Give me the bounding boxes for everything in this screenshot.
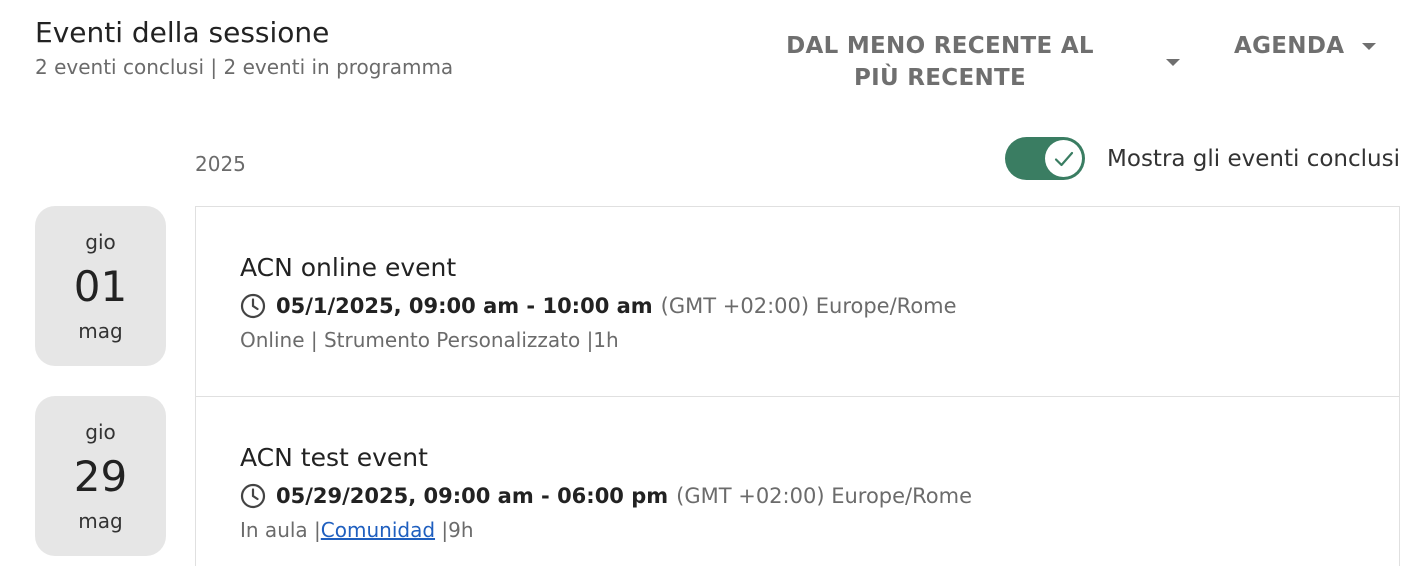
event-title: ACN online event — [240, 253, 457, 282]
page-title: Eventi della sessione — [35, 16, 330, 49]
event-summary: 2 eventi conclusi | 2 eventi in programm… — [35, 55, 454, 79]
clock-icon — [240, 293, 266, 319]
date-day-of-week: gio — [85, 230, 116, 254]
show-completed-label: Mostra gli eventi conclusi — [1107, 145, 1400, 172]
event-meta: In aula |Comunidad |9h — [240, 518, 474, 542]
date-day: 29 — [73, 452, 128, 501]
page-header: Eventi della sessione 2 eventi conclusi … — [35, 14, 535, 80]
event-time: 05/1/2025, 09:00 am - 10:00 am (GMT +02:… — [240, 293, 957, 319]
event-duration: |9h — [435, 518, 474, 542]
event-time-range: 05/29/2025, 09:00 am - 06:00 pm — [276, 484, 669, 508]
view-mode-label: AGENDA — [1234, 33, 1345, 59]
event-title: ACN test event — [240, 443, 428, 472]
check-icon — [1054, 151, 1073, 166]
event-meta: Online | Strumento Personalizzato |1h — [240, 328, 619, 352]
date-day: 01 — [73, 262, 128, 311]
toggle-knob — [1045, 140, 1083, 177]
sort-order-label: DAL MENO RECENTE AL PIÙ RECENTE — [786, 33, 1094, 91]
chevron-down-icon — [1166, 58, 1180, 66]
sort-order-dropdown[interactable]: DAL MENO RECENTE AL PIÙ RECENTE — [760, 30, 1180, 94]
chevron-down-icon — [1362, 42, 1377, 50]
event-time-range: 05/1/2025, 09:00 am - 10:00 am — [276, 294, 653, 318]
community-link[interactable]: Comunidad — [321, 518, 435, 542]
date-month: mag — [78, 509, 123, 533]
show-completed-toggle[interactable] — [1005, 137, 1086, 180]
date-day-of-week: gio — [85, 420, 116, 444]
event-timezone: (GMT +02:00) Europe/Rome — [660, 294, 957, 318]
date-badge: gio 29 mag — [35, 396, 166, 556]
event-card[interactable]: ACN test event 05/29/2025, 09:00 am - 06… — [195, 396, 1400, 566]
clock-icon — [240, 483, 266, 509]
event-card[interactable]: ACN online event 05/1/2025, 09:00 am - 1… — [195, 206, 1400, 397]
event-timezone: (GMT +02:00) Europe/Rome — [676, 484, 973, 508]
year-heading: 2025 — [195, 152, 246, 176]
event-meta-text: Online | Strumento Personalizzato |1h — [240, 328, 619, 352]
date-badge: gio 01 mag — [35, 206, 166, 366]
show-completed-toggle-row: Mostra gli eventi conclusi — [1005, 137, 1400, 180]
view-mode-dropdown[interactable]: AGENDA — [1234, 30, 1377, 62]
date-month: mag — [78, 319, 123, 343]
event-meta-text: In aula | — [240, 518, 321, 542]
event-time: 05/29/2025, 09:00 am - 06:00 pm (GMT +02… — [240, 483, 972, 509]
